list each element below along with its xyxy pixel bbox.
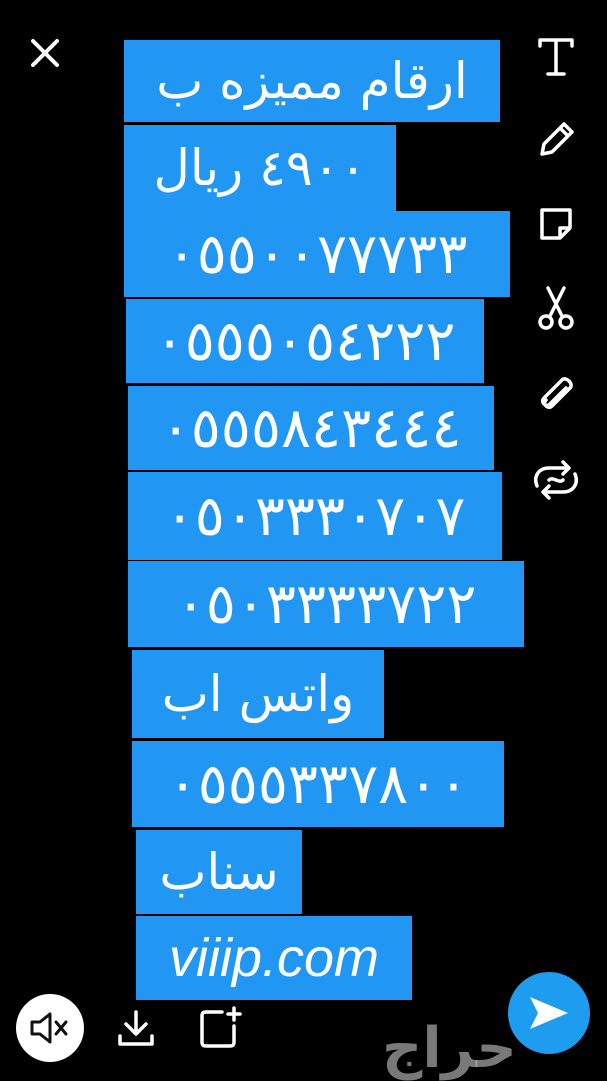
download-button[interactable]: [108, 1000, 164, 1056]
send-button[interactable]: [508, 972, 590, 1054]
mute-icon: [30, 1012, 68, 1044]
draw-tool-button[interactable]: [524, 112, 588, 168]
download-icon: [118, 1010, 154, 1046]
caption-phone-number: ٠٥٥٥٠٥٤٢٢٢: [126, 299, 484, 383]
watermark: حراج: [382, 1016, 517, 1081]
close-icon: [31, 39, 59, 67]
sticker-tool-button[interactable]: [524, 196, 588, 252]
attach-tool-button[interactable]: [524, 368, 588, 424]
add-to-story-button[interactable]: [192, 1000, 248, 1056]
paperclip-icon: [540, 377, 573, 410]
loop-tool-button[interactable]: [524, 452, 588, 508]
send-icon: [530, 997, 568, 1029]
text-tool-button[interactable]: [524, 28, 588, 84]
text-icon: [538, 38, 574, 76]
loop-icon: [534, 460, 578, 500]
caption-website: viiip.com: [136, 916, 412, 1000]
scissors-tool-button[interactable]: [524, 280, 588, 336]
caption-line: ارقام مميزه ب: [124, 40, 500, 122]
close-button[interactable]: [26, 34, 64, 72]
caption-phone-number: ٠٥٠٣٣٣٠٧٠٧: [128, 472, 502, 560]
scissors-icon: [538, 286, 574, 330]
caption-line: ٤٩٠٠ ريال: [124, 125, 396, 211]
caption-phone-number: ٠٥٥٥٨٤٣٤٤٤: [128, 386, 494, 470]
mute-button[interactable]: [16, 994, 84, 1062]
add-story-icon: [200, 1006, 242, 1048]
caption-phone-number: ٠٥٥٠٠٧٧٧٣٣: [124, 211, 510, 297]
sticker-icon: [540, 208, 572, 240]
caption-phone-number: ٠٥٠٣٣٣٣٧٢٢: [128, 561, 524, 647]
caption-phone-number: ٠٥٥٥٣٣٧٨٠٠: [132, 741, 504, 827]
pencil-icon: [540, 122, 574, 156]
caption-line: سناب: [136, 830, 302, 914]
caption-line: واتس اب: [132, 650, 384, 738]
